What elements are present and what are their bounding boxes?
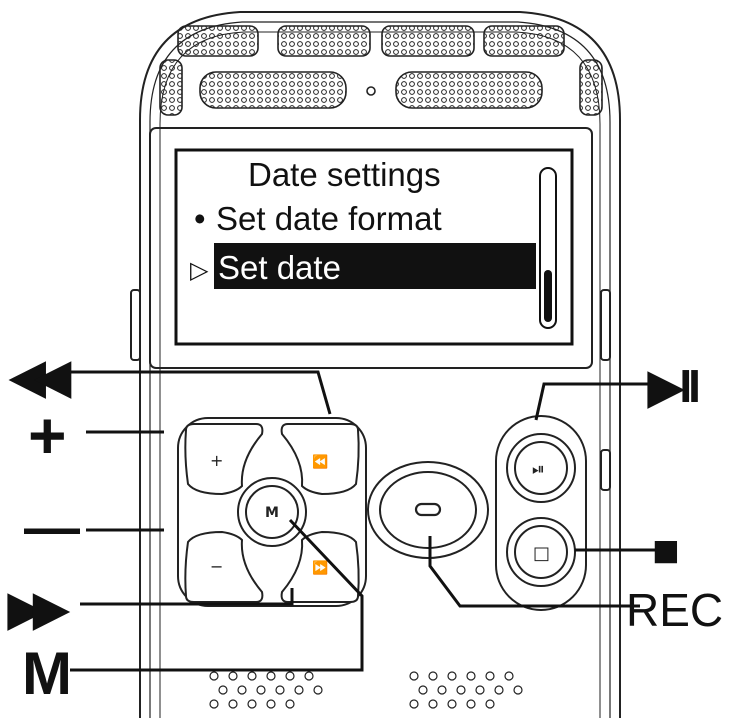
menu-icon: M xyxy=(265,505,279,521)
device-body xyxy=(130,11,621,718)
display: Date settings • Set date format ▷ Set da… xyxy=(149,127,593,369)
speaker-hole xyxy=(247,699,257,709)
speaker-hole xyxy=(466,671,476,681)
speaker-hole xyxy=(428,671,438,681)
speaker-hole xyxy=(209,671,219,681)
speaker-hole xyxy=(285,671,295,681)
speaker-hole xyxy=(409,699,419,709)
minus-icon: − xyxy=(210,557,223,576)
speaker-grill-bottom xyxy=(209,671,523,709)
plus-icon: + xyxy=(210,451,223,470)
callout-rec: REC xyxy=(626,584,723,636)
speaker-hole xyxy=(466,699,476,709)
speaker-hole xyxy=(209,699,219,709)
scrollbar-thumb[interactable] xyxy=(544,270,552,322)
speaker-hole xyxy=(266,699,276,709)
speaker-hole xyxy=(456,685,466,695)
screen-title: Date settings xyxy=(248,156,441,193)
callout-minus: — xyxy=(24,495,80,558)
callout-play-pause: ▶II xyxy=(647,360,698,412)
speaker-hole xyxy=(447,671,457,681)
voice-recorder-diagram: Date settings • Set date format ▷ Set da… xyxy=(7,11,723,718)
speaker-hole xyxy=(447,699,457,709)
menu-item-set-date-format[interactable]: Set date format xyxy=(216,200,442,237)
speaker-hole xyxy=(475,685,485,695)
speaker-hole xyxy=(285,699,295,709)
speaker-hole xyxy=(304,671,314,681)
speaker-hole xyxy=(218,685,228,695)
play-stop-cluster xyxy=(495,415,587,611)
speaker-hole xyxy=(409,671,419,681)
speaker-hole xyxy=(247,671,257,681)
speaker-grill-top xyxy=(159,25,603,116)
speaker-hole xyxy=(228,699,238,709)
speaker-hole xyxy=(494,685,504,695)
speaker-hole xyxy=(418,685,428,695)
callout-rewind: ◀◀ xyxy=(8,350,71,402)
rec-button[interactable] xyxy=(367,461,489,559)
speaker-hole xyxy=(313,685,323,695)
menu-item-bullet: • xyxy=(194,200,206,237)
speaker-hole xyxy=(228,671,238,681)
menu-item-cursor: ▷ xyxy=(190,257,209,284)
speaker-hole xyxy=(485,699,495,709)
callout-stop: ■ xyxy=(652,524,680,576)
speaker-hole xyxy=(428,699,438,709)
speaker-hole xyxy=(485,671,495,681)
speaker-hole xyxy=(513,685,523,695)
speaker-hole xyxy=(275,685,285,695)
callout-plus: + xyxy=(28,398,67,472)
play-pause-icon: ⏯ xyxy=(532,459,545,478)
minus-button[interactable] xyxy=(184,530,264,603)
forward-icon: ⏩ xyxy=(312,560,328,576)
stop-icon: □ xyxy=(533,543,550,564)
speaker-hole xyxy=(266,671,276,681)
rewind-icon: ⏪ xyxy=(312,454,328,470)
speaker-hole xyxy=(237,685,247,695)
plus-button[interactable] xyxy=(184,423,264,496)
speaker-hole xyxy=(294,685,304,695)
menu-item-set-date[interactable]: Set date xyxy=(218,249,341,286)
speaker-hole xyxy=(437,685,447,695)
speaker-hole xyxy=(504,671,514,681)
callout-menu: M xyxy=(22,640,72,707)
callout-forward: ▶▶ xyxy=(7,582,70,634)
speaker-hole xyxy=(256,685,266,695)
